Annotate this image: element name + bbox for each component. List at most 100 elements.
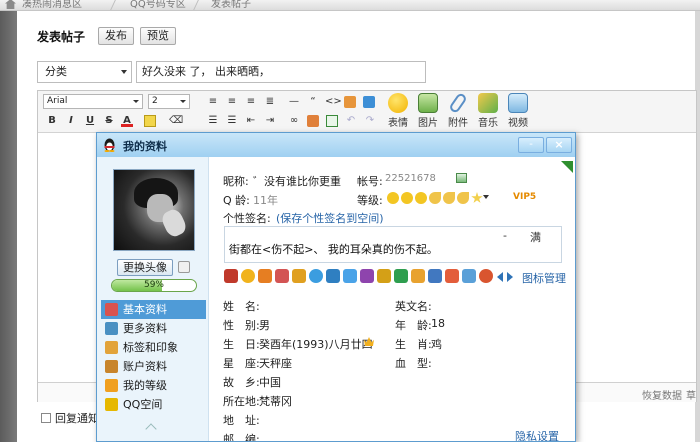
snippet-icon[interactable] [344, 96, 356, 108]
bold-icon[interactable]: B [46, 115, 58, 127]
attachment-tool[interactable]: 附件 [444, 91, 472, 129]
font-family-select[interactable]: Arial [43, 94, 143, 109]
outdent-icon[interactable]: ⇤ [245, 115, 257, 127]
reply-notify-option[interactable]: 回复通知 [41, 410, 99, 426]
horizontal-rule-icon[interactable]: — [288, 96, 300, 108]
service-badge-icon[interactable] [258, 269, 272, 283]
dialog-titlebar[interactable]: 我的资料 - × [97, 133, 575, 157]
service-badge-icon[interactable] [309, 269, 323, 283]
location-value: 梵蒂冈 [259, 395, 292, 408]
align-left-icon[interactable]: ≡ [207, 96, 219, 108]
nav-item-basic-info[interactable]: 基本资料 [101, 300, 206, 319]
justify-icon[interactable]: ≣ [264, 96, 276, 108]
html-icon[interactable] [363, 96, 375, 108]
nav-item-more-info[interactable]: 更多资料 [101, 319, 206, 338]
code-icon[interactable]: <> [325, 96, 342, 108]
indent-icon[interactable]: ⇥ [264, 115, 276, 127]
service-badge-icon[interactable] [462, 269, 476, 283]
link-icon[interactable]: ∞ [288, 115, 300, 127]
eraser-icon[interactable]: ⌫ [169, 115, 183, 127]
category-value: 分类 [45, 65, 67, 78]
nav-item-qzone[interactable]: QQ空间 [101, 395, 206, 414]
minimize-button[interactable]: - [518, 137, 544, 153]
arrow-left-icon[interactable] [497, 272, 503, 282]
redo-icon[interactable]: ↷ [364, 115, 376, 127]
nav-item-account[interactable]: 账户资料 [101, 357, 206, 376]
breadcrumb-separator [193, 0, 200, 10]
image-label: 图片 [418, 118, 438, 129]
underline-icon[interactable]: U [84, 115, 96, 127]
service-badge-icon[interactable] [360, 269, 374, 283]
age-value: 18 [431, 317, 445, 330]
align-right-icon[interactable]: ≡ [245, 96, 257, 108]
unordered-list-icon[interactable]: ☰ [226, 115, 238, 127]
draft-link[interactable]: 草 [686, 387, 696, 402]
align-center-icon[interactable]: ≡ [226, 96, 238, 108]
nav-item-tags[interactable]: 标签和印象 [101, 338, 206, 357]
service-badge-icon[interactable] [411, 269, 425, 283]
video-tool[interactable]: 视频 [504, 93, 532, 129]
paperclip-icon [448, 91, 468, 115]
unlink-icon[interactable] [307, 115, 319, 127]
avatar-settings-icon[interactable] [178, 261, 190, 273]
service-badge-icon[interactable] [275, 269, 289, 283]
dialog-sidebar: 更换头像 59% 基本资料 更多资料 标签和印象 账户资料 我的等级 QQ空间 [97, 157, 208, 441]
save-signature-link[interactable]: (保存个性签名到空间) [276, 210, 384, 226]
service-badge-icon[interactable] [479, 269, 493, 283]
category-select[interactable]: 分类 [37, 61, 132, 83]
reply-notify-checkbox[interactable] [41, 413, 51, 423]
service-badge-icon[interactable] [377, 269, 391, 283]
breadcrumb-item[interactable]: 凑热闹消息区 [22, 0, 82, 10]
undo-icon[interactable]: ↶ [345, 115, 357, 127]
smiley-icon [388, 93, 408, 113]
service-badge-icon[interactable] [224, 269, 238, 283]
service-badge-icon[interactable] [292, 269, 306, 283]
profile-card-icon [105, 303, 118, 316]
page-title: 发表帖子 [37, 30, 86, 44]
quote-icon[interactable]: “ [307, 96, 319, 108]
close-button[interactable]: × [546, 137, 572, 153]
restore-data-link[interactable]: 恢复数据 [642, 387, 682, 402]
service-badge-icon[interactable] [445, 269, 459, 283]
font-size-select[interactable]: 2 [148, 94, 190, 109]
preview-button[interactable]: 预览 [140, 27, 176, 45]
italic-icon[interactable]: I [65, 115, 77, 127]
nav-item-label: QQ空间 [123, 398, 163, 411]
editor-toolbar: Arial 2 B I U S A ⌫ ≡ ≡ ≡ ≣ — “ <> ☰ ☰ ⇤… [38, 91, 696, 133]
arrow-right-icon[interactable] [507, 272, 513, 282]
change-avatar-button[interactable]: 更换头像 [117, 259, 173, 276]
privacy-settings-link[interactable]: 隐私设置 [515, 428, 559, 441]
birthday-value: 癸酉年(1993)八月廿四 [259, 338, 373, 351]
nav-item-level[interactable]: 我的等级 [101, 376, 206, 395]
profile-content: 昵称: ゛没有谁比你更重 帐号: 22521678 Q 龄: 11年 等级: V… [208, 157, 575, 441]
address-label: 地 址: [223, 414, 260, 427]
avatar[interactable] [113, 169, 195, 251]
home-icon[interactable] [5, 0, 16, 9]
service-badge-icon[interactable] [428, 269, 442, 283]
signature-box[interactable]: - 满 街都在<伤不起>、 我的耳朵真的伤不起。 [224, 226, 562, 263]
subject-input[interactable]: 好久没来 了， 出来晒晒， [136, 61, 426, 83]
music-tool[interactable]: 音乐 [474, 93, 502, 129]
emoticon-tool[interactable]: 表情 [384, 93, 412, 129]
strikethrough-icon[interactable]: S [103, 115, 115, 127]
ordered-list-icon[interactable]: ☰ [207, 115, 219, 127]
music-label: 音乐 [478, 118, 498, 129]
vip-badge[interactable]: VIP5 [513, 192, 536, 202]
publish-button[interactable]: 发布 [98, 27, 134, 45]
chevron-down-icon[interactable] [483, 195, 489, 199]
highlight-color-icon[interactable] [144, 115, 156, 127]
table-icon[interactable] [326, 115, 338, 127]
chevron-up-icon[interactable] [145, 423, 157, 435]
copy-icon[interactable] [456, 173, 467, 183]
nav-item-label: 我的等级 [123, 379, 167, 392]
birthday-label: 生 日: [223, 338, 260, 351]
service-badge-icon[interactable] [241, 269, 255, 283]
font-family-value: Arial [47, 96, 68, 106]
service-badge-icon[interactable] [343, 269, 357, 283]
breadcrumb-item[interactable]: QQ号码专区 [130, 0, 186, 10]
image-tool[interactable]: 图片 [414, 93, 442, 129]
service-badge-icon[interactable] [394, 269, 408, 283]
service-badge-icon[interactable] [326, 269, 340, 283]
icon-manage-link[interactable]: 图标管理 [522, 270, 566, 286]
font-color-icon[interactable]: A [121, 115, 133, 127]
